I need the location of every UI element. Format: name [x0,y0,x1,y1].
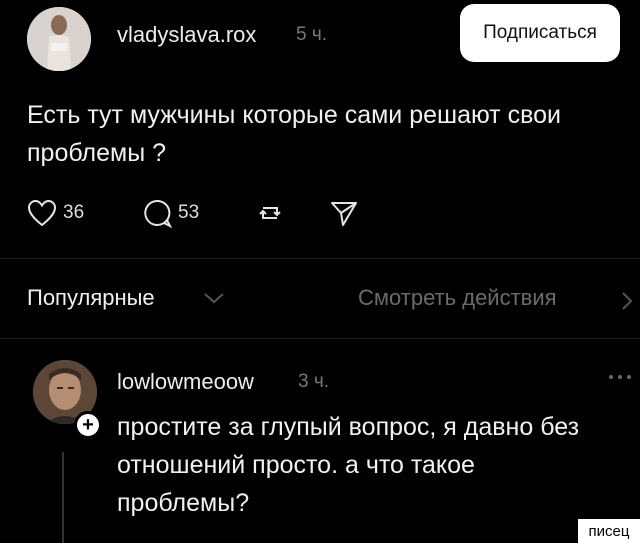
comment-button[interactable]: 53 [142,195,199,231]
follow-button[interactable]: Подписаться [460,4,620,62]
repost-icon [259,207,281,219]
author-avatar[interactable] [27,7,91,71]
comment-count: 53 [178,202,200,223]
share-button[interactable] [329,195,359,231]
more-options-icon[interactable] [608,372,632,382]
watermark: писец [578,519,640,543]
chevron-down-icon[interactable] [202,290,226,306]
like-button[interactable]: 36 [27,195,84,231]
comment-icon [144,199,172,228]
author-username[interactable]: vladyslava.rox [117,22,256,48]
post-time: 5 ч. [296,24,328,45]
reply-time: 3 ч. [298,371,330,392]
send-icon [331,202,357,226]
reply-text: простите за глупый вопрос, я давно без о… [117,408,640,522]
heart-icon [27,199,57,227]
follow-plus-icon[interactable]: + [74,411,102,439]
like-count: 36 [63,202,85,223]
reply-text-line: отношений просто. а что такое [117,451,475,479]
divider [0,338,640,339]
sort-dropdown[interactable]: Популярные [27,285,155,311]
post-header: vladyslava.rox 5 ч. Подписаться [0,0,640,80]
divider [0,258,640,259]
reply-author-username[interactable]: lowlowmeoow [117,369,254,395]
view-activity-link[interactable]: Смотреть действия [358,285,557,311]
reply-text-line: простите за глупый вопрос, я давно без [117,413,580,441]
chevron-right-icon[interactable] [620,290,634,312]
repost-button[interactable] [255,195,285,231]
thread-line [62,452,64,543]
reply-text-line: проблемы? [117,489,250,517]
post-text: Есть тут мужчины которые сами решают сво… [27,101,561,167]
